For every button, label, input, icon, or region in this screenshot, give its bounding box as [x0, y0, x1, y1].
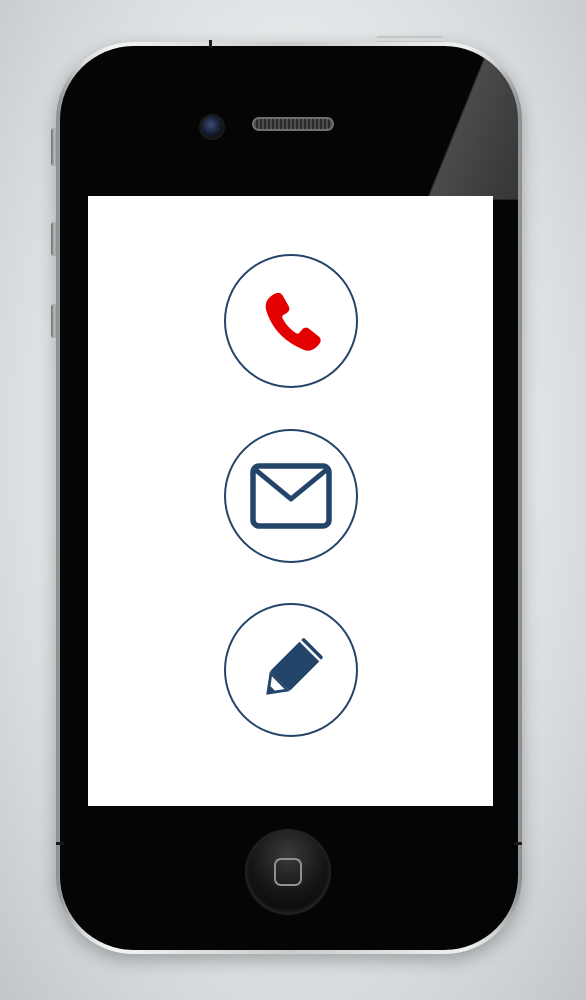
phone-icon	[265, 292, 321, 351]
antenna-notch	[209, 40, 212, 48]
front-camera-icon	[199, 114, 225, 140]
phone-screen	[88, 196, 493, 806]
home-button[interactable]	[246, 830, 330, 914]
antenna-notch	[514, 842, 522, 845]
write-button[interactable]	[224, 603, 358, 737]
envelope-icon	[250, 463, 332, 529]
earpiece-speaker-icon	[252, 117, 334, 131]
email-button[interactable]	[224, 429, 358, 563]
call-button[interactable]	[224, 254, 358, 388]
home-square-icon	[274, 858, 302, 886]
pencil-icon	[266, 638, 323, 695]
antenna-notch	[56, 842, 64, 845]
